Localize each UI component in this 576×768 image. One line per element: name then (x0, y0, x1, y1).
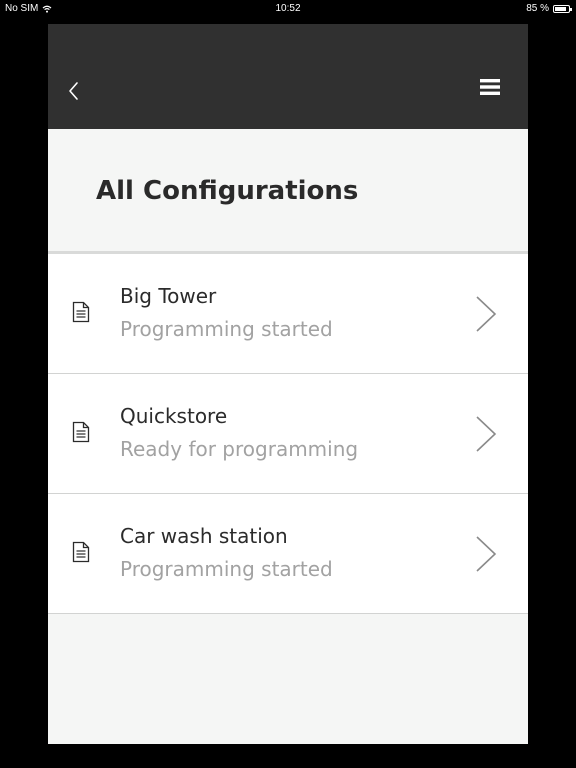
navigation-bar (48, 24, 528, 129)
configuration-row[interactable]: Quickstore Ready for programming (48, 374, 528, 494)
chevron-right-icon[interactable] (474, 295, 498, 333)
app-window: All Configurations Big Tower Programming… (48, 24, 528, 744)
document-icon (72, 541, 90, 563)
chevron-left-icon[interactable] (64, 78, 88, 104)
configuration-row[interactable]: Car wash station Programming started (48, 494, 528, 614)
configuration-list: Big Tower Programming started Quickstore… (48, 254, 528, 614)
battery-fill (555, 6, 566, 11)
battery-icon (553, 4, 572, 13)
page-header: All Configurations (48, 129, 528, 254)
battery-percentage: 85 % (526, 3, 549, 14)
configuration-status: Programming started (120, 317, 333, 341)
status-bar: No SIM 10:52 85 % (0, 0, 576, 18)
configuration-name: Quickstore (120, 404, 228, 428)
page-title: All Configurations (96, 176, 359, 206)
chevron-right-icon[interactable] (474, 415, 498, 453)
configuration-status: Programming started (120, 557, 333, 581)
document-icon (72, 421, 90, 443)
status-bar-right: 85 % (526, 3, 572, 14)
chevron-right-icon[interactable] (474, 535, 498, 573)
configuration-name: Big Tower (120, 284, 217, 308)
hamburger-menu-icon[interactable] (478, 78, 502, 100)
configuration-row[interactable]: Big Tower Programming started (48, 254, 528, 374)
battery-nub (570, 7, 572, 11)
configuration-status: Ready for programming (120, 437, 359, 461)
configuration-name: Car wash station (120, 524, 288, 548)
document-icon (72, 301, 90, 323)
clock: 10:52 (275, 3, 301, 14)
